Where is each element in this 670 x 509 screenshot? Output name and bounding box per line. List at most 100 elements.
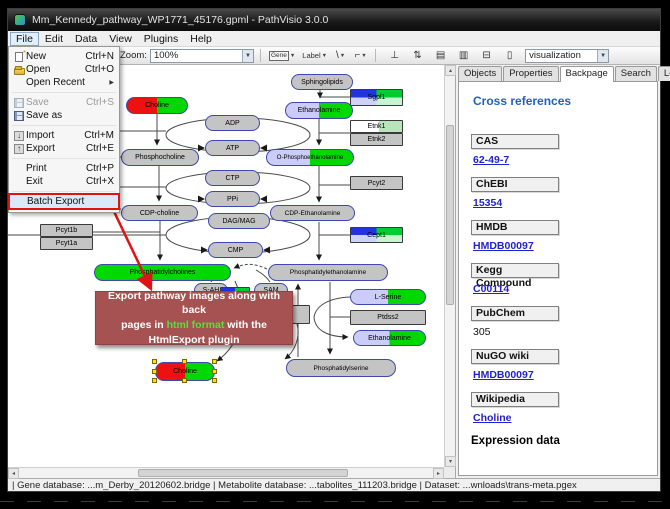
xref-link[interactable]: 15354 bbox=[473, 197, 502, 209]
xref-link[interactable]: C00114 bbox=[473, 283, 509, 295]
backpage-panel: Cross references CAS62-49-7ChEBI15354HMD… bbox=[458, 81, 658, 476]
file-menu-item-batch-export[interactable]: Batch Export bbox=[10, 195, 118, 208]
file-menu-item-open-recent[interactable]: Open Recent▶ bbox=[9, 76, 119, 89]
file-menu-item-label: New bbox=[26, 51, 46, 62]
selection-handle[interactable] bbox=[152, 369, 157, 374]
gene-tool-icon: Gene bbox=[269, 51, 289, 61]
selection-handle[interactable] bbox=[212, 359, 217, 364]
tab-search[interactable]: Search bbox=[615, 66, 657, 81]
tab-objects[interactable]: Objects bbox=[458, 66, 502, 81]
zoom-combobox[interactable]: 100% ▼ bbox=[150, 49, 254, 63]
node-etnk1[interactable]: Etnk1 bbox=[350, 120, 403, 133]
menu-file[interactable]: File bbox=[10, 32, 39, 46]
xref-link[interactable]: 62-49-7 bbox=[473, 154, 509, 166]
node-phosphocholine[interactable]: Phosphocholine bbox=[121, 149, 199, 166]
annotation-callout: Export pathway images along with backpag… bbox=[95, 291, 293, 345]
node-l-serine[interactable]: L-Serine bbox=[350, 289, 426, 305]
canvas-vertical-scrollbar[interactable]: ▴ ▾ bbox=[444, 65, 455, 467]
node-pcyt1b[interactable]: Pcyt1b bbox=[40, 224, 93, 237]
xref-link[interactable]: HMDB00097 bbox=[473, 369, 534, 381]
align-tool-0-icon[interactable]: ⊥ bbox=[386, 48, 403, 63]
toolbar-separator bbox=[375, 49, 376, 62]
node-cept1[interactable]: Cept1 bbox=[350, 227, 403, 243]
status-text: | Gene database: ...m_Derby_20120602.bri… bbox=[12, 480, 577, 491]
menu-edit[interactable]: Edit bbox=[39, 32, 69, 46]
selection-handle[interactable] bbox=[152, 359, 157, 364]
zoom-dropdown-arrow-icon[interactable]: ▼ bbox=[242, 50, 253, 62]
hscroll-thumb[interactable] bbox=[138, 469, 348, 477]
side-panel-tabs: ObjectsPropertiesBackpageSearchLegend bbox=[456, 65, 660, 81]
file-menu-item-print[interactable]: PrintCtrl+P bbox=[9, 162, 119, 175]
node-pcyt1a[interactable]: Pcyt1a bbox=[40, 237, 93, 250]
menu-view[interactable]: View bbox=[103, 32, 138, 46]
menu-data[interactable]: Data bbox=[69, 32, 103, 46]
node-ethanolamine[interactable]: Ethanolamine bbox=[353, 330, 426, 346]
scroll-down-icon[interactable]: ▾ bbox=[445, 456, 456, 467]
file-menu-item-export[interactable]: ↑ExportCtrl+E bbox=[9, 142, 119, 155]
file-menu-item-import[interactable]: ↓ImportCtrl+M bbox=[9, 129, 119, 142]
section-header: ChEBI bbox=[471, 177, 559, 192]
xref-link[interactable]: HMDB00097 bbox=[473, 240, 534, 252]
scroll-right-icon[interactable]: ▸ bbox=[433, 468, 444, 479]
file-menu-item-open[interactable]: OpenCtrl+O bbox=[9, 63, 119, 76]
align-tool-3-icon[interactable]: ▥ bbox=[455, 48, 472, 63]
align-tool-5-icon[interactable]: ▯ bbox=[501, 48, 518, 63]
import-icon: ↓ bbox=[12, 131, 26, 141]
selection-handle[interactable] bbox=[182, 359, 187, 364]
node-ethanolamine[interactable]: Ethanolamine bbox=[285, 102, 353, 119]
shortcut-label: Ctrl+E bbox=[78, 143, 114, 154]
canvas-horizontal-scrollbar[interactable]: ◂ ▸ bbox=[8, 467, 444, 478]
node-phosphatidylethanolamine[interactable]: Phosphatidylethanolamine bbox=[268, 264, 388, 281]
file-menu-item-save[interactable]: SaveCtrl+S bbox=[9, 96, 119, 109]
node-sphingolipids[interactable]: Sphingolipids bbox=[291, 74, 353, 90]
visualization-combobox[interactable]: visualization ▼ bbox=[525, 49, 609, 63]
node-choline[interactable]: Choline bbox=[155, 362, 215, 381]
node-adp[interactable]: ADP bbox=[205, 115, 260, 131]
menu-help[interactable]: Help bbox=[184, 32, 218, 46]
node-ctp[interactable]: CTP bbox=[205, 170, 260, 186]
connector-tool-icon: ⌐ bbox=[354, 50, 360, 61]
node-dag-mag[interactable]: DAG/MAG bbox=[208, 213, 270, 229]
node-choline[interactable]: Choline bbox=[126, 97, 188, 114]
align-tool-1-icon[interactable]: ⇅ bbox=[409, 48, 426, 63]
new-label-tool-button[interactable]: Label▼ bbox=[300, 48, 329, 63]
scroll-up-icon[interactable]: ▴ bbox=[445, 65, 456, 76]
node-ptdss2[interactable]: Ptdss2 bbox=[350, 310, 426, 325]
node-ppi[interactable]: PPi bbox=[205, 191, 260, 207]
selection-handle[interactable] bbox=[212, 378, 217, 383]
tab-backpage[interactable]: Backpage bbox=[560, 66, 614, 82]
file-menu-item-exit[interactable]: ExitCtrl+X bbox=[9, 175, 119, 188]
cross-references-title: Cross references bbox=[473, 94, 657, 108]
file-menu-item-new[interactable]: NewCtrl+N bbox=[9, 50, 119, 63]
scroll-left-icon[interactable]: ◂ bbox=[8, 468, 19, 479]
visualization-dropdown-arrow-icon[interactable]: ▼ bbox=[597, 50, 608, 62]
node-cdp-choline[interactable]: CDP-choline bbox=[121, 205, 198, 221]
new-gene-tool-button[interactable]: Gene▼ bbox=[267, 48, 297, 63]
menu-bar: FileEditDataViewPluginsHelp bbox=[8, 31, 660, 47]
node-pcyt2[interactable]: Pcyt2 bbox=[350, 176, 403, 190]
new-connector-tool-button[interactable]: ⌐▼ bbox=[352, 48, 369, 63]
selection-handle[interactable] bbox=[182, 378, 187, 383]
node-cmp[interactable]: CMP bbox=[208, 242, 263, 258]
tab-legend[interactable]: Legend bbox=[658, 66, 670, 81]
title-bar: Mm_Kennedy_pathway_WP1771_45176.gpml - P… bbox=[8, 9, 660, 31]
node-phosphatidylcholines[interactable]: Phosphatidylcholines bbox=[94, 264, 231, 281]
menu-plugins[interactable]: Plugins bbox=[138, 32, 184, 46]
selection-handle[interactable] bbox=[152, 378, 157, 383]
node-sgpl1[interactable]: Sgpl1 bbox=[350, 89, 403, 106]
align-tool-4-icon[interactable]: ⊟ bbox=[478, 48, 495, 63]
selection-handle[interactable] bbox=[212, 369, 217, 374]
node-o-phosphoethanolamine[interactable]: O-Phosphoethanolamine bbox=[266, 149, 354, 166]
node-cdp-ethanolamine[interactable]: CDP-Ethanolamine bbox=[270, 205, 355, 221]
xref-link[interactable]: Choline bbox=[473, 412, 512, 424]
file-menu-item-save-as[interactable]: Save as bbox=[9, 109, 119, 122]
shortcut-label: Ctrl+S bbox=[78, 97, 114, 108]
side-panel: ObjectsPropertiesBackpageSearchLegend Cr… bbox=[455, 65, 660, 478]
node-atp[interactable]: ATP bbox=[205, 140, 260, 156]
align-tool-2-icon[interactable]: ▤ bbox=[432, 48, 449, 63]
node-etnk2[interactable]: Etnk2 bbox=[350, 133, 403, 146]
tab-properties[interactable]: Properties bbox=[503, 66, 558, 81]
vscroll-thumb[interactable] bbox=[446, 125, 454, 305]
new-line-tool-button[interactable]: \▼ bbox=[332, 48, 349, 63]
node-phosphatidylserine[interactable]: Phosphatidylserine bbox=[286, 359, 396, 377]
